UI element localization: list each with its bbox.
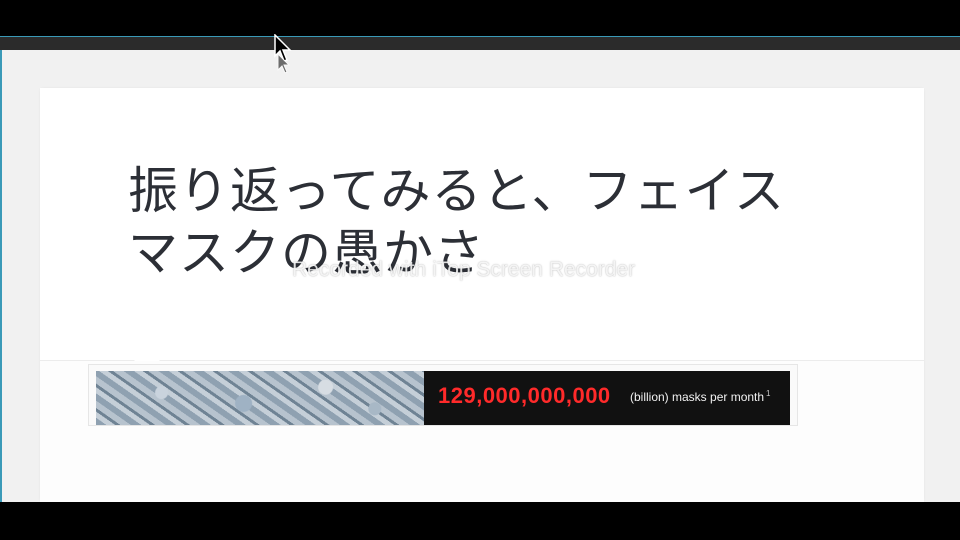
mask-count-caption-text: (billion) masks per month <box>630 390 765 404</box>
article-title-line-1: 振り返ってみると、フェイス <box>128 162 785 220</box>
statistic-panel: 129,000,000,000 (billion) masks per mont… <box>424 371 790 425</box>
article-header: 振り返ってみると、フェイス マスクの愚かさ <box>40 88 924 361</box>
mask-count-number: 129,000,000,000 <box>438 383 611 408</box>
letterbox-top <box>0 0 960 36</box>
article-card: 振り返ってみると、フェイス マスクの愚かさ <box>40 88 924 502</box>
top-toolbar-strip <box>0 37 960 50</box>
mask-count-caption: (billion) masks per month 1 <box>630 389 771 404</box>
mask-statistic-banner: 129,000,000,000 (billion) masks per mont… <box>88 364 798 426</box>
screen: 振り返ってみると、フェイス マスクの愚かさ 129,000,000,000 (b… <box>0 0 960 540</box>
footnote-marker: 1 <box>766 389 771 398</box>
discarded-masks-photo <box>96 371 424 425</box>
letterbox-bottom <box>0 502 960 540</box>
recorder-watermark: Recorded with iTop Screen Recorder <box>292 258 636 281</box>
mouse-pointer-icon <box>274 34 292 74</box>
